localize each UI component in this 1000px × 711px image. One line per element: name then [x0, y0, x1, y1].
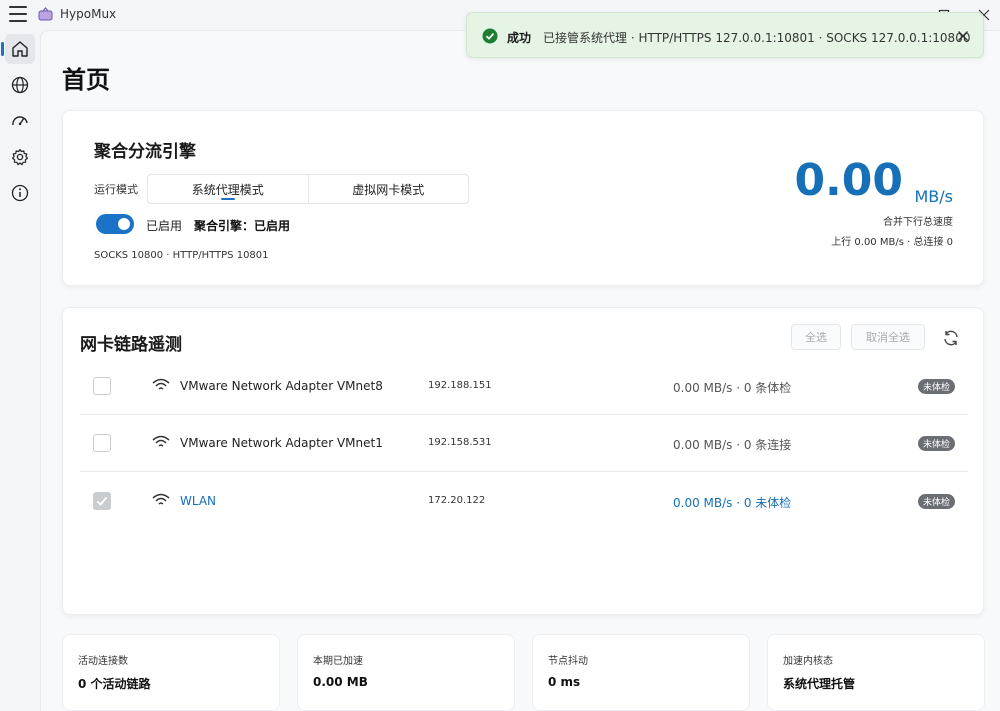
nic-title: 网卡链路遥测 [80, 335, 182, 355]
app-logo-icon [38, 7, 53, 21]
speed-unit: MB/s [914, 187, 953, 206]
stat-label: 活动连接数 [78, 656, 128, 667]
success-toast: 成功 已接管系统代理 · HTTP/HTTPS 127.0.0.1:10801 … [466, 12, 984, 58]
gear-icon [11, 148, 29, 166]
nic-stat: 0.00 MB/s · 0 未体检 [673, 496, 792, 510]
nic-stat: 0.00 MB/s · 0 条连接 [673, 438, 792, 452]
wifi-icon [152, 378, 170, 390]
speed-value: 0.00 [794, 155, 903, 206]
engine-status: 聚合引擎：已启用 [194, 219, 291, 233]
nav-home[interactable] [1, 34, 35, 64]
nic-ip: 192.188.151 [428, 380, 492, 391]
stat-value: 0.00 MB [313, 675, 368, 689]
mode-segmented-control: 系统代理模式 虚拟网卡模式 [147, 174, 469, 204]
engine-card: 聚合分流引擎 运行模式 系统代理模式 虚拟网卡模式 已启用 聚合引擎：已启用 S… [62, 110, 984, 286]
refresh-icon [944, 330, 958, 346]
toast-close-button[interactable] [954, 27, 972, 45]
stat-card-kernel: 加速内核态 系统代理托管 [767, 634, 985, 711]
stat-value: 0 ms [548, 675, 581, 689]
nic-row[interactable]: VMware Network Adapter VMnet1 192.158.53… [80, 415, 968, 472]
nic-name: VMware Network Adapter VMnet8 [180, 379, 383, 393]
toast-message: 已接管系统代理 · HTTP/HTTPS 127.0.0.1:10801 · S… [543, 31, 971, 45]
engine-toggle[interactable] [96, 214, 134, 234]
toggle-knob [118, 218, 130, 230]
globe-icon [11, 76, 29, 94]
ports-text: SOCKS 10800 · HTTP/HTTPS 10801 [94, 250, 269, 261]
nic-row[interactable]: WLAN 172.20.122 0.00 MB/s · 0 未体检 未体检 [80, 473, 968, 530]
nic-ip: 192.158.531 [428, 437, 492, 448]
refresh-button[interactable] [940, 327, 962, 349]
nic-name: WLAN [180, 494, 217, 508]
stat-label: 节点抖动 [548, 656, 588, 667]
close-icon [958, 31, 968, 41]
nic-card: 网卡链路遥测 全选 取消全选 VMware Network Adapter VM… [62, 307, 984, 615]
stat-label: 加速内核态 [783, 656, 833, 667]
nic-ip: 172.20.122 [428, 495, 486, 506]
speedometer-icon [12, 116, 28, 126]
cancel-select-button[interactable]: 取消全选 [851, 324, 925, 350]
mode-virtual-nic[interactable]: 虚拟网卡模式 [307, 175, 469, 203]
toggle-label: 已启用 [146, 219, 183, 233]
page-title: 首页 [62, 66, 110, 94]
status-badge: 未体检 [918, 379, 956, 394]
sidebar [0, 30, 40, 711]
nav-speed[interactable] [5, 106, 35, 136]
engine-title: 聚合分流引擎 [94, 142, 196, 162]
stat-value: 系统代理托管 [783, 677, 856, 691]
home-icon [12, 41, 28, 57]
stat-card-accelerated: 本期已加速 0.00 MB [297, 634, 515, 711]
nic-name: VMware Network Adapter VMnet1 [180, 436, 383, 450]
stat-card-jitter: 节点抖动 0 ms [532, 634, 750, 711]
stat-value: 0 个活动链路 [78, 677, 151, 691]
wifi-icon [152, 435, 170, 447]
nic-row[interactable]: VMware Network Adapter VMnet8 192.188.15… [80, 358, 968, 415]
row-checkbox[interactable] [93, 377, 111, 395]
check-icon [96, 496, 108, 506]
nic-stat: 0.00 MB/s · 0 条体检 [673, 381, 792, 395]
speed-caption: 合并下行总速度 [883, 217, 953, 228]
menu-icon[interactable] [9, 6, 27, 22]
stat-card-connections: 活动连接数 0 个活动链路 [62, 634, 280, 711]
status-badge: 未体检 [918, 494, 956, 509]
stat-label: 本期已加速 [313, 656, 363, 667]
row-checkbox[interactable] [93, 434, 111, 452]
nav-settings[interactable] [5, 142, 35, 172]
check-circle-icon [482, 28, 498, 44]
info-icon [11, 184, 29, 202]
nav-about[interactable] [5, 178, 35, 208]
select-all-button[interactable]: 全选 [791, 324, 841, 350]
status-badge: 未体检 [918, 436, 956, 451]
nav-network[interactable] [5, 70, 35, 100]
row-checkbox[interactable] [93, 492, 111, 510]
toast-title: 成功 [507, 31, 532, 45]
wifi-icon [152, 493, 170, 505]
mode-label: 运行模式 [94, 183, 138, 196]
mode-system-proxy[interactable]: 系统代理模式 [148, 175, 308, 203]
speed-subtext: 上行 0.00 MB/s · 总连接 0 [831, 237, 953, 248]
app-title: HypoMux [60, 7, 117, 21]
